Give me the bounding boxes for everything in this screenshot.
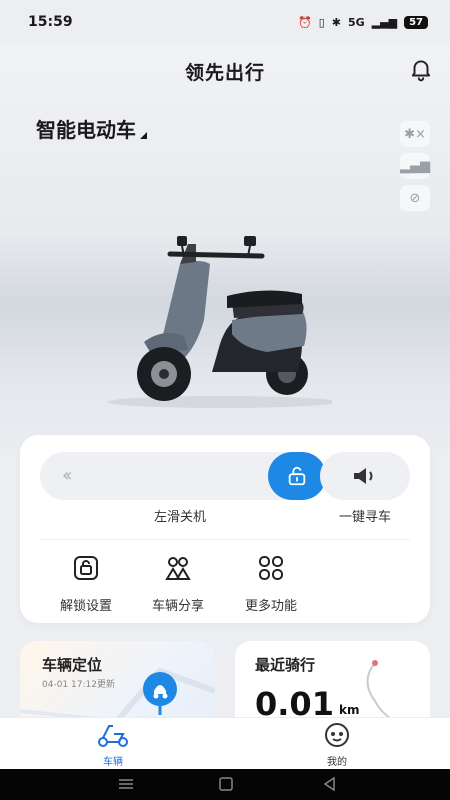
home-icon[interactable] [219, 777, 233, 791]
control-card: ‹‹ 左滑关机 一键寻车 解锁设置 车辆分享 更多功能 [20, 435, 430, 623]
notification-bell-icon[interactable] [408, 56, 434, 82]
status-icons: ⏰ ▯ ✱ 5G ▂▄▆ 57 [298, 15, 428, 29]
gps-button[interactable]: ⊘ [400, 185, 430, 211]
unlock-icon [288, 466, 306, 486]
ride-unit: km [339, 703, 360, 717]
more-icon [259, 556, 283, 580]
share-vehicle-button[interactable]: 车辆分享 [138, 553, 218, 614]
find-vehicle-button[interactable] [320, 452, 410, 500]
nav-buttons [119, 776, 335, 792]
location-updated-time: 04-01 17:12更新 [42, 680, 115, 690]
vehicle-selector[interactable]: 智能电动车 [36, 114, 147, 143]
feature-label: 更多功能 [244, 599, 297, 614]
scooter-image [107, 236, 332, 408]
smiley-tab-icon [325, 723, 349, 747]
location-pin-icon [143, 672, 177, 715]
tab-mine[interactable]: 我的 [307, 722, 367, 768]
signal-button[interactable]: ▂▄▆ [400, 153, 430, 179]
slide-to-shutdown-slider[interactable]: ‹‹ [40, 452, 326, 500]
unlock-settings-icon [74, 556, 98, 580]
feature-label: 车辆分享 [151, 599, 204, 614]
bluetooth-off-icon: ✱× [404, 126, 426, 142]
vibrate-icon: ▯ [318, 15, 325, 29]
tab-bar: 车辆 我的 [0, 717, 450, 769]
divider [40, 539, 410, 540]
ride-title: 最近骑行 [255, 656, 316, 674]
battery-icon: 57 [404, 15, 428, 29]
slider-knob[interactable] [268, 452, 326, 500]
scooter-tab-icon [98, 725, 128, 747]
menu-icon[interactable] [119, 779, 133, 789]
feature-label: 解锁设置 [59, 599, 112, 614]
tab-vehicle[interactable]: 车辆 [83, 722, 143, 768]
hero-section: 领先出行 智能电动车 ✱× ▂▄▆ ⊘ [0, 44, 450, 464]
unlock-settings-button[interactable]: 解锁设置 [46, 553, 126, 614]
slide-label: 左滑关机 [153, 510, 206, 525]
status-time: 15:59 [28, 14, 73, 30]
tab-label: 我的 [327, 757, 347, 768]
signal-strength-icon: ▂▄▆ [400, 158, 430, 174]
dropdown-caret-icon [140, 132, 147, 139]
location-title: 车辆定位 [42, 656, 103, 674]
gps-off-icon: ⊘ [409, 190, 421, 206]
alarm-icon: ⏰ [298, 15, 312, 29]
bluetooth-status-icon: ✱ [331, 15, 341, 29]
network-label: 5G [348, 15, 365, 29]
speaker-icon [354, 468, 373, 484]
system-navigation-bar [0, 769, 450, 800]
bluetooth-button[interactable]: ✱× [400, 121, 430, 147]
find-label: 一键寻车 [338, 510, 391, 525]
tab-label: 车辆 [103, 757, 123, 768]
back-icon[interactable] [323, 776, 335, 792]
signal-icon: ▂▄▆ [371, 15, 398, 29]
slide-arrows: ‹‹ [62, 465, 73, 486]
page-title: 领先出行 [184, 62, 265, 84]
status-bar: 15:59 ⏰ ▯ ✱ 5G ▂▄▆ 57 [0, 0, 450, 44]
vehicle-name: 智能电动车 [36, 118, 136, 142]
share-icon [165, 557, 191, 580]
more-features-button[interactable]: 更多功能 [231, 553, 311, 614]
